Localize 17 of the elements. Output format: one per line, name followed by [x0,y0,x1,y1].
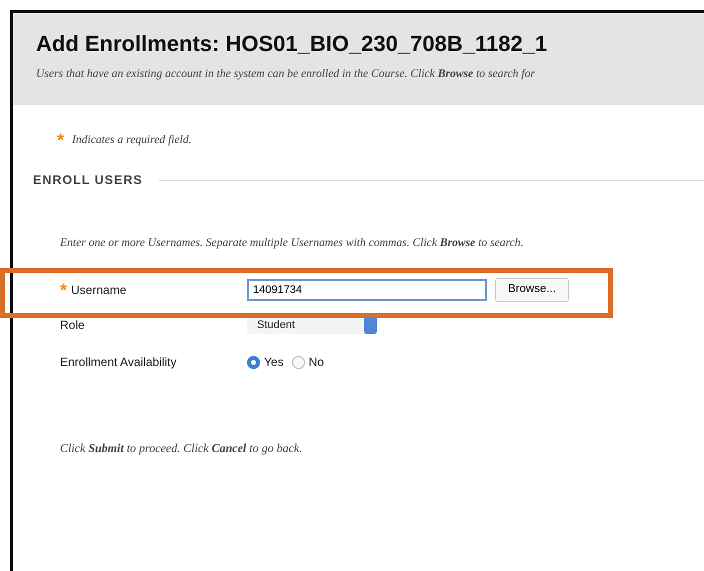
page-title: Add Enrollments: HOS01_BIO_230_708B_1182_1 [36,31,548,58]
required-note: Indicates a required field. [72,132,192,148]
instructions: Enter one or more Usernames. Separate multiple Usernames with commas. Click Browse to search. [60,234,524,251]
field-label: Username [71,282,126,299]
required-asterisk: * [57,130,64,149]
username-field[interactable]: 14091734 [247,278,487,301]
required-asterisk: * [60,280,68,299]
section-title: ENROLL USERS [33,172,143,189]
browse-button[interactable]: Browse... [495,278,569,302]
radio-label: Yes [264,354,284,372]
radio-button[interactable] [247,356,260,369]
field-label: Role [60,317,85,334]
page-description: Users that have an existing account in the system can be enrolled in the Course. Click Browse to search for [36,66,536,82]
radio-button[interactable] [292,356,305,369]
field-label: Enrollment Availability [60,354,177,372]
footer-note: Click Submit to proceed. Click Cancel to go back. [60,440,304,457]
radio-label: No [308,354,324,372]
